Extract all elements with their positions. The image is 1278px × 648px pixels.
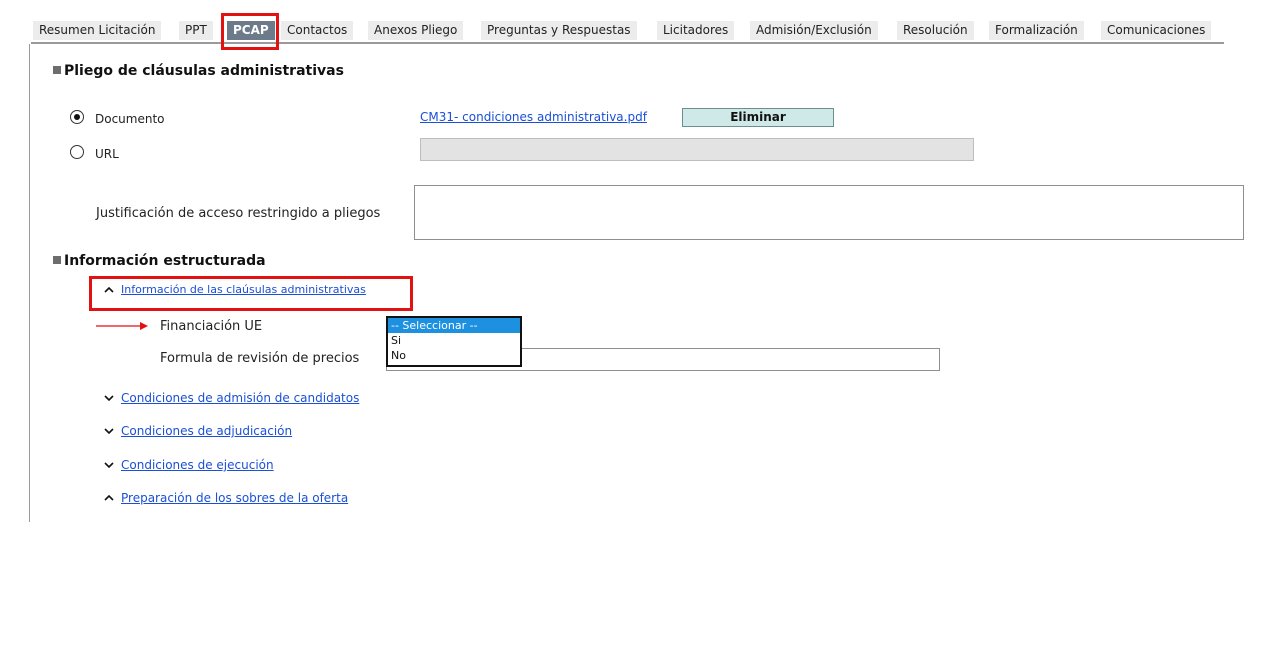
chevron-down-icon[interactable]	[103, 459, 115, 471]
tab-anexos-pliego[interactable]: Anexos Pliego	[368, 21, 464, 40]
tab-resolucion[interactable]: Resolución	[897, 21, 974, 40]
justificacion-label: Justificación de acceso restringido a pl…	[96, 206, 381, 221]
dropdown-option-seleccionar[interactable]: -- Seleccionar --	[388, 318, 520, 333]
bullet-square-icon	[53, 66, 61, 74]
dropdown-option-no[interactable]: No	[388, 348, 520, 363]
tab-contactos[interactable]: Contactos	[281, 21, 354, 40]
chevron-down-icon[interactable]	[103, 392, 115, 404]
clausulas-link[interactable]: Información de las claúsulas administrat…	[121, 283, 366, 296]
info-section-title: Información estructurada	[53, 253, 266, 269]
tab-bar: Resumen Licitación PPT PCAP Contactos An…	[31, 18, 1224, 44]
documento-radio[interactable]	[70, 110, 84, 124]
eliminar-button[interactable]: Eliminar	[682, 108, 834, 127]
url-input[interactable]	[420, 138, 974, 161]
chevron-up-icon[interactable]	[103, 284, 115, 296]
chevron-up-icon[interactable]	[103, 492, 115, 504]
pliego-section-title: Pliego de cláusulas administrativas	[53, 63, 344, 79]
tab-formalizacion[interactable]: Formalización	[989, 21, 1084, 40]
adjudicacion-link[interactable]: Condiciones de adjudicación	[121, 424, 292, 438]
documento-label: Documento	[95, 112, 165, 126]
arrow-right-icon	[96, 322, 148, 330]
justificacion-textarea[interactable]	[414, 185, 1244, 240]
chevron-down-icon[interactable]	[103, 425, 115, 437]
ejecucion-link[interactable]: Condiciones de ejecución	[121, 458, 274, 472]
url-label: URL	[95, 147, 119, 161]
dropdown-option-si[interactable]: Si	[388, 333, 520, 348]
tab-comunicaciones[interactable]: Comunicaciones	[1101, 21, 1212, 40]
tab-preguntas-respuestas[interactable]: Preguntas y Respuestas	[481, 21, 637, 40]
preparacion-sobres-link[interactable]: Preparación de los sobres de la oferta	[121, 491, 348, 505]
tab-resumen-licitacion[interactable]: Resumen Licitación	[33, 21, 162, 40]
bullet-square-icon	[53, 256, 61, 264]
tab-licitadores[interactable]: Licitadores	[657, 21, 735, 40]
admision-candidatos-link[interactable]: Condiciones de admisión de candidatos	[121, 391, 359, 405]
financiacion-label: Financiación UE	[160, 319, 263, 334]
tab-admision-exclusion[interactable]: Admisión/Exclusión	[750, 21, 878, 40]
pdf-document-link[interactable]: CM31- condiciones administrativa.pdf	[420, 110, 647, 124]
tab-ppt[interactable]: PPT	[179, 21, 213, 40]
financiacion-dropdown[interactable]: -- Seleccionar -- Si No	[386, 316, 522, 367]
tab-pcap[interactable]: PCAP	[227, 21, 275, 40]
url-radio[interactable]	[70, 145, 84, 159]
formula-label: Formula de revisión de precios	[160, 351, 360, 366]
